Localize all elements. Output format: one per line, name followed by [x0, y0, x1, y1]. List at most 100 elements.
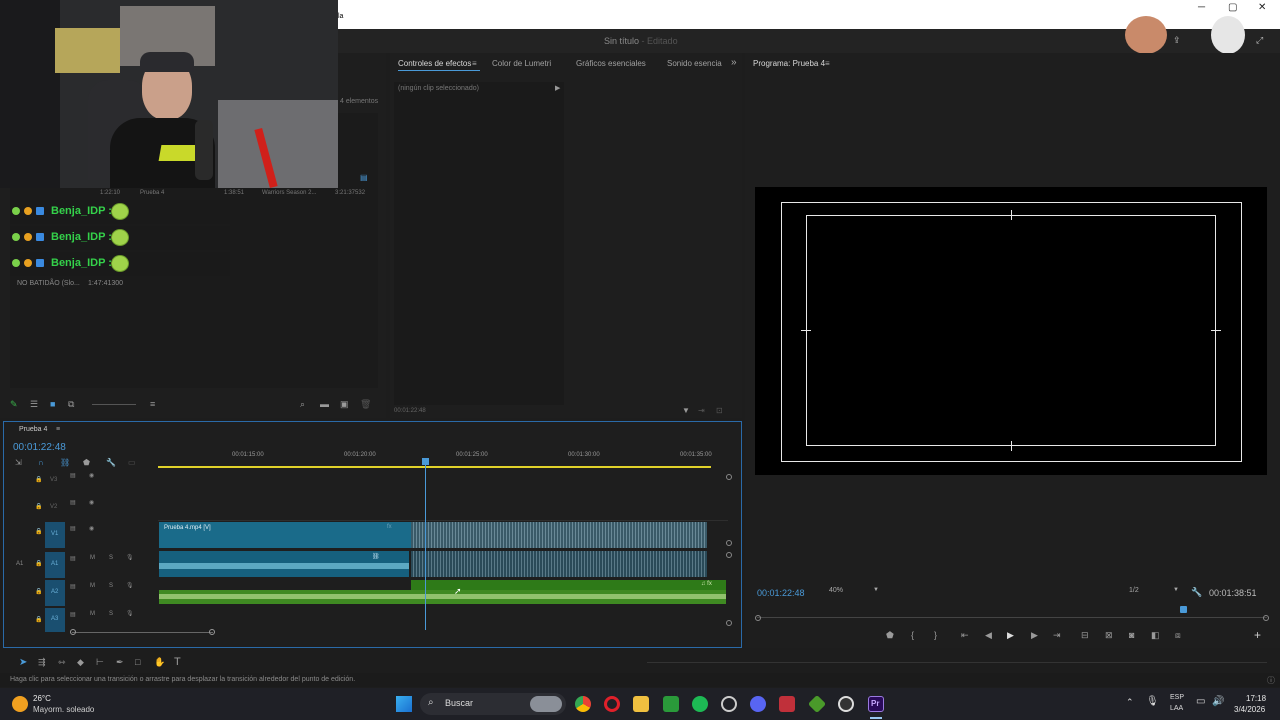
- lift-icon[interactable]: ⊟: [1081, 630, 1089, 641]
- track-target-v1[interactable]: V1: [45, 522, 65, 548]
- program-timecode[interactable]: 00:01:22:48: [757, 588, 805, 598]
- windows-start-icon[interactable]: [396, 696, 412, 712]
- eye-icon[interactable]: ◉: [89, 472, 94, 479]
- file-explorer-icon[interactable]: [633, 696, 649, 712]
- sync-lock-icon[interactable]: ▤: [70, 583, 76, 590]
- eye-icon[interactable]: ◉: [89, 525, 94, 532]
- info-icon[interactable]: ⓘ: [1267, 675, 1275, 686]
- track-area[interactable]: Prueba 4.mp4 [V] fx ⛓ ♫ fx ➚: [158, 458, 728, 630]
- solo-button[interactable]: S: [109, 583, 113, 589]
- language-bottom[interactable]: LAA: [1170, 705, 1183, 712]
- sync-lock-icon[interactable]: ▤: [70, 611, 76, 618]
- source-patch-a1[interactable]: A1: [12, 552, 26, 578]
- tab-essential-sound[interactable]: Sonido esencia: [667, 59, 722, 68]
- volume-icon[interactable]: 🔊: [1212, 696, 1224, 707]
- audio-clip-a2[interactable]: [159, 590, 726, 604]
- mic-icon[interactable]: 🎙: [126, 582, 134, 589]
- icon-view-icon[interactable]: ■: [50, 399, 55, 409]
- eye-icon[interactable]: ◉: [89, 499, 94, 506]
- minecraft-icon[interactable]: [807, 694, 827, 714]
- language-top[interactable]: ESP: [1170, 694, 1184, 701]
- scroll-handle[interactable]: [726, 474, 732, 480]
- mic-tray-icon[interactable]: 🎙: [1146, 696, 1159, 707]
- pen-tool-icon[interactable]: ✒: [116, 657, 124, 668]
- add-marker-icon[interactable]: ⬟: [83, 458, 90, 467]
- discord-icon[interactable]: [750, 696, 766, 712]
- hand-tool-icon[interactable]: ✋: [154, 657, 165, 668]
- mute-button[interactable]: M: [90, 583, 95, 589]
- clock-date[interactable]: 3/4/2026: [1234, 705, 1265, 714]
- list-view-icon[interactable]: ▤: [360, 173, 368, 182]
- sync-lock-icon[interactable]: ▤: [70, 499, 76, 506]
- trash-icon[interactable]: 🗑: [360, 399, 371, 410]
- solo-button[interactable]: S: [109, 555, 113, 561]
- sync-lock-icon[interactable]: ▤: [70, 525, 76, 532]
- folder-icon[interactable]: ▬: [320, 399, 329, 409]
- vr-icon[interactable]: ⧈: [1175, 630, 1181, 641]
- spotify-icon[interactable]: [692, 696, 708, 712]
- ripple-edit-tool-icon[interactable]: ⇿: [58, 657, 66, 668]
- mic-icon[interactable]: 🎙: [126, 554, 134, 561]
- network-icon[interactable]: ▭: [1196, 696, 1205, 707]
- minimize-button[interactable]: ─: [1198, 2, 1205, 13]
- comparison-icon[interactable]: ◧: [1151, 630, 1160, 641]
- wrench-icon[interactable]: 🔧: [1191, 587, 1202, 598]
- close-button[interactable]: ✕: [1258, 2, 1266, 13]
- camera-icon[interactable]: ◙: [1129, 630, 1134, 640]
- video-preview[interactable]: [755, 187, 1267, 475]
- tray-chevron-icon[interactable]: ⌃: [1126, 697, 1134, 708]
- lock-icon[interactable]: 🔒: [35, 588, 42, 595]
- settings-icon[interactable]: ⊡: [716, 406, 723, 415]
- pencil-icon[interactable]: ✎: [10, 399, 18, 410]
- step-back-icon[interactable]: ◀: [985, 630, 992, 641]
- track-target-a3[interactable]: A3: [45, 608, 65, 632]
- snap-icon[interactable]: ∩: [38, 458, 44, 467]
- scroll-handle[interactable]: [726, 620, 732, 626]
- step-forward-icon[interactable]: ▶: [1031, 630, 1038, 641]
- panel-menu-icon[interactable]: ≡: [472, 59, 477, 68]
- lock-icon[interactable]: 🔒: [35, 503, 42, 510]
- panel-menu-icon[interactable]: ≡: [56, 426, 60, 433]
- selection-tool-icon[interactable]: ➤: [19, 657, 27, 668]
- timeline-settings-icon[interactable]: 🔧: [106, 458, 116, 467]
- rectangle-tool-icon[interactable]: □: [135, 657, 140, 667]
- new-item-icon[interactable]: ▣: [340, 399, 349, 410]
- more-tabs-icon[interactable]: »: [731, 57, 737, 68]
- extract-icon[interactable]: ⊠: [1105, 630, 1113, 641]
- mark-out-icon[interactable]: }: [934, 630, 937, 640]
- type-tool-icon[interactable]: T: [174, 656, 181, 668]
- resolution-select[interactable]: 1/2 ▼: [1127, 586, 1182, 598]
- track-select-tool-icon[interactable]: ⇶: [38, 657, 46, 668]
- settings-app-icon[interactable]: [721, 696, 737, 712]
- go-to-in-icon[interactable]: ⇤: [961, 630, 969, 641]
- audio-clip[interactable]: ⛓: [159, 551, 409, 577]
- export-icon[interactable]: ⇥: [698, 406, 705, 415]
- media-player-icon[interactable]: [838, 696, 854, 712]
- scroll-handle[interactable]: [726, 540, 732, 546]
- insert-sequence-icon[interactable]: ⇲: [15, 458, 22, 467]
- freeform-icon[interactable]: ⧉: [68, 399, 74, 410]
- track-target-a2[interactable]: A2: [45, 580, 65, 606]
- opera-icon[interactable]: [604, 696, 620, 712]
- razor-tool-icon[interactable]: ◆: [77, 657, 84, 668]
- time-ruler[interactable]: 00:01:15:00 00:01:20:00 00:01:25:00 00:0…: [158, 448, 728, 470]
- tab-sequence[interactable]: Prueba 4: [19, 426, 47, 433]
- track-target-a1[interactable]: A1: [45, 552, 65, 578]
- go-to-out-icon[interactable]: ⇥: [1053, 630, 1061, 641]
- xbox-icon[interactable]: [663, 696, 679, 712]
- maximize-button[interactable]: ▢: [1228, 2, 1237, 13]
- play-icon[interactable]: ▶: [1007, 630, 1014, 641]
- zoom-slider[interactable]: [92, 404, 136, 405]
- lock-icon[interactable]: 🔒: [35, 476, 42, 483]
- chrome-icon[interactable]: [575, 696, 591, 712]
- program-scrubber[interactable]: [757, 617, 1267, 618]
- project-row[interactable]: 1:22:10 Prueba 4 1:38:51 Warriors Season…: [10, 188, 378, 200]
- solo-button[interactable]: S: [109, 611, 113, 617]
- playhead-handle[interactable]: [422, 458, 429, 465]
- sync-lock-icon[interactable]: ▤: [70, 472, 76, 479]
- program-playhead[interactable]: [1180, 606, 1187, 613]
- filter-icon[interactable]: ▼: [682, 406, 690, 415]
- project-row[interactable]: NO BATIDÃO (Slo... 1:47:41300: [10, 279, 378, 291]
- timeline-timecode[interactable]: 00:01:22:48: [13, 442, 66, 453]
- premiere-pro-icon[interactable]: Pr: [868, 696, 884, 712]
